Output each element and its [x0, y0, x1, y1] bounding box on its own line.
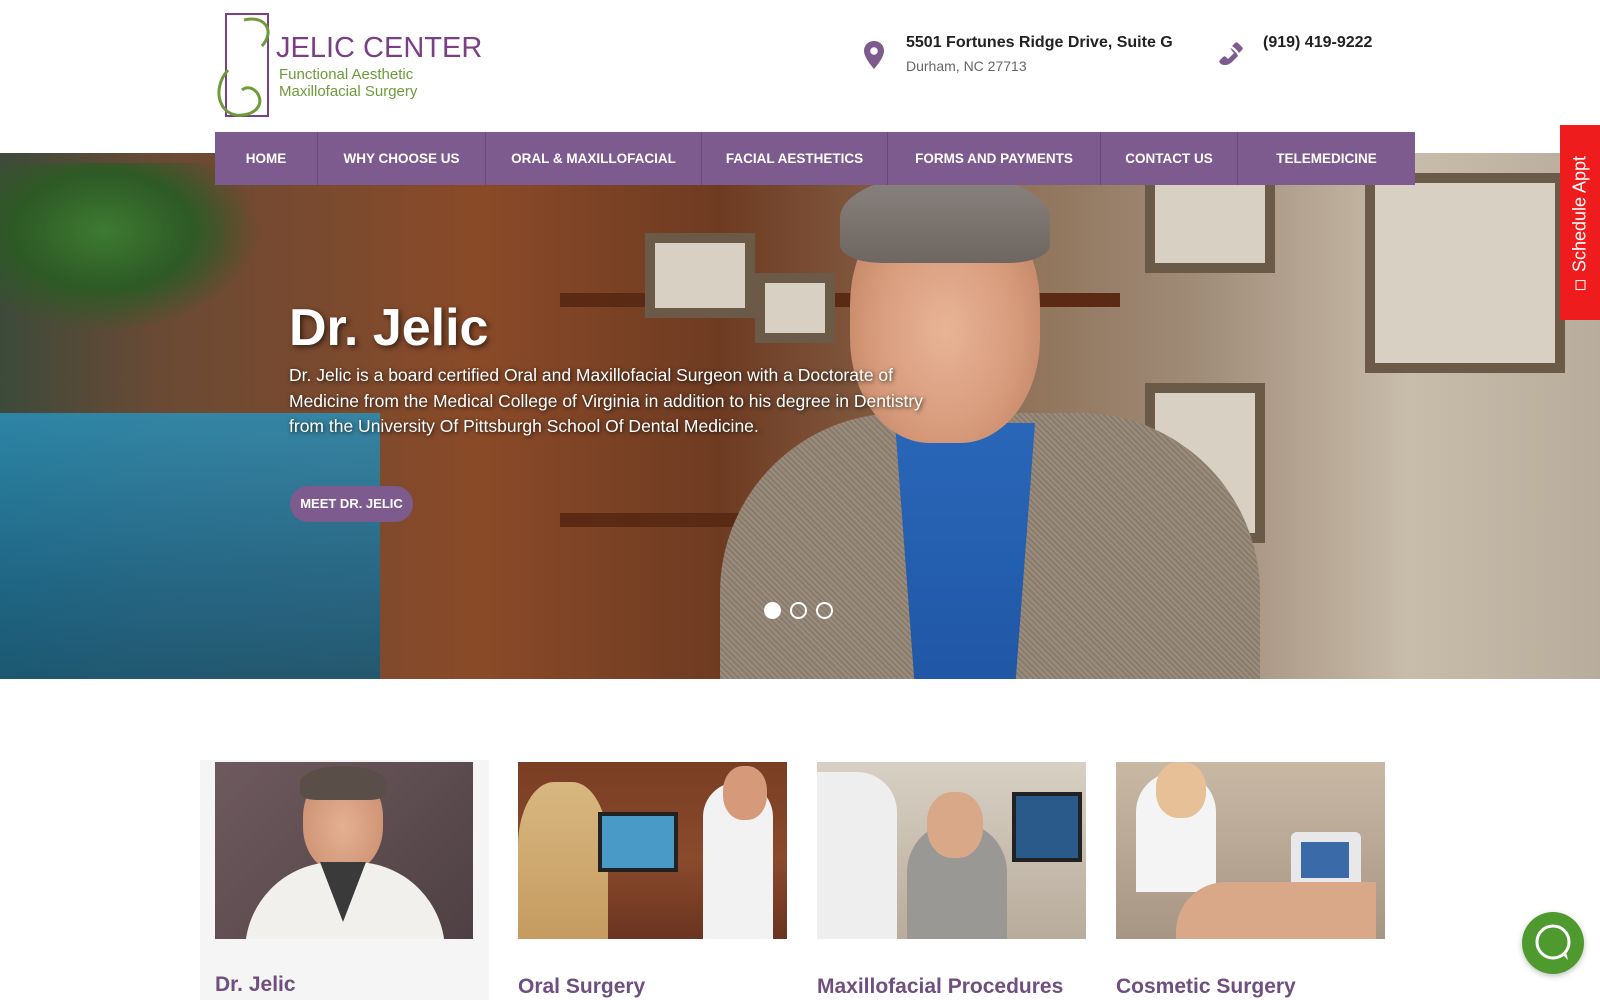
logo-tagline-1: Functional Aesthetic	[279, 66, 414, 83]
card-image-dr-jelic[interactable]	[215, 762, 473, 939]
card-image-cosmetic-surgery[interactable]	[1116, 762, 1385, 939]
logo-tagline-2: Maxillofacial Surgery	[279, 83, 418, 100]
phone-icon	[1219, 42, 1243, 66]
nav-item-why-choose-us[interactable]: WHY CHOOSE US	[318, 132, 486, 185]
nav-item-oral-maxillofacial[interactable]: ORAL & MAXILLOFACIAL	[486, 132, 702, 185]
card-title-dr-jelic[interactable]: Dr. Jelic	[215, 973, 296, 997]
phone-block[interactable]: (919) 419-9222	[1218, 33, 1398, 73]
meet-dr-jelic-button[interactable]: MEET DR. JELIC	[290, 486, 413, 522]
card-image-maxillofacial-procedures[interactable]	[817, 762, 1086, 939]
hero-bg-plant	[0, 163, 260, 333]
nav-item-contact-us[interactable]: CONTACT US	[1101, 132, 1238, 185]
phone-number: (919) 419-9222	[1263, 34, 1373, 51]
site-logo[interactable]: JELIC CENTER Functional Aesthetic Maxill…	[214, 10, 482, 120]
slider-dot[interactable]	[816, 602, 833, 619]
schedule-appt-tab[interactable]: Schedule Appt	[1560, 125, 1600, 320]
chat-bubble-icon	[1535, 924, 1571, 960]
nav-item-home[interactable]: HOME	[215, 132, 318, 185]
schedule-appt-label: Schedule Appt	[1569, 155, 1590, 272]
calendar-icon	[1575, 279, 1586, 290]
address-line-2: Durham, NC 27713	[906, 58, 1027, 74]
chat-button[interactable]	[1522, 912, 1584, 974]
slider-dot[interactable]	[764, 602, 781, 619]
map-pin-icon	[864, 41, 884, 69]
card-title-maxillofacial-procedures[interactable]: Maxillofacial Procedures	[817, 975, 1063, 999]
hero-bg-monitor	[0, 413, 380, 679]
card-title-cosmetic-surgery[interactable]: Cosmetic Surgery	[1116, 975, 1296, 999]
hero-description: Dr. Jelic is a board certified Oral and …	[289, 365, 923, 436]
card-image-oral-surgery[interactable]	[518, 762, 787, 939]
logo-mark-icon	[217, 13, 270, 117]
card-title-oral-surgery[interactable]: Oral Surgery	[518, 975, 645, 999]
address-block[interactable]: 5501 Fortunes Ridge Drive, Suite G Durha…	[864, 33, 1194, 78]
slider-dots	[764, 602, 834, 620]
address-line-1: 5501 Fortunes Ridge Drive, Suite G	[906, 34, 1173, 51]
hero-slider: Dr. Jelic Dr. Jelic is a board certified…	[0, 153, 1600, 679]
slider-dot[interactable]	[790, 602, 807, 619]
logo-name: JELIC CENTER	[276, 32, 483, 64]
hero-bg-frame	[1365, 173, 1565, 373]
nav-item-telemedicine[interactable]: TELEMEDICINE	[1238, 132, 1415, 185]
nav-item-forms-and-payments[interactable]: FORMS AND PAYMENTS	[888, 132, 1101, 185]
nav-item-facial-aesthetics[interactable]: FACIAL AESTHETICS	[702, 132, 888, 185]
main-nav: HOME WHY CHOOSE US ORAL & MAXILLOFACIAL …	[215, 132, 1415, 185]
hero-title: Dr. Jelic	[289, 299, 489, 357]
